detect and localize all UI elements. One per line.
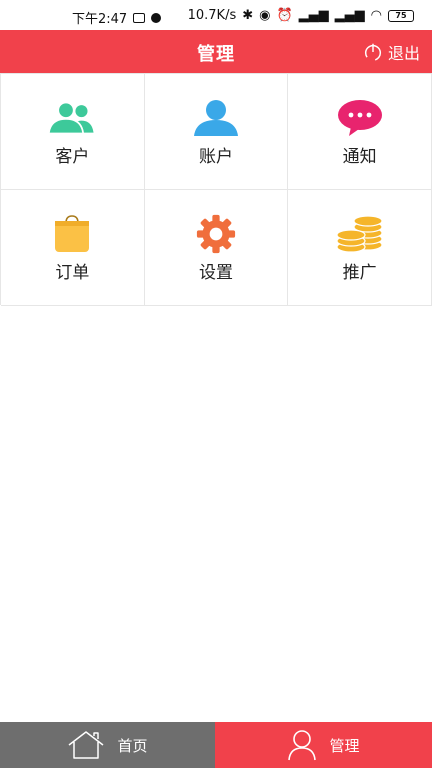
app-notification-icon bbox=[151, 12, 162, 23]
grid-item-order[interactable]: 订单 bbox=[1, 190, 145, 306]
grid-item-settings[interactable]: 设置 bbox=[144, 190, 289, 306]
status-left: 下午2:47 bbox=[72, 8, 162, 27]
media-icon bbox=[133, 12, 146, 23]
grid-label: 通知 bbox=[342, 147, 377, 167]
network-speed: 10.7K/s bbox=[187, 8, 237, 23]
status-time: 下午2:47 bbox=[72, 12, 128, 27]
logout-button[interactable]: 退出 bbox=[362, 40, 420, 64]
status-right: 10.7K/s ✱ ◉ ⏰ ▂▄▆ ▂▄▆ ◠ 75 bbox=[188, 8, 414, 23]
account-icon bbox=[191, 98, 241, 138]
tab-home[interactable]: 首页 bbox=[0, 722, 215, 768]
bluetooth-icon: ✱ bbox=[242, 8, 254, 23]
logout-label: 退出 bbox=[387, 44, 420, 63]
grid-label: 推广 bbox=[342, 263, 377, 283]
grid-item-notice[interactable]: 通知 bbox=[288, 74, 432, 190]
grid-label: 账户 bbox=[198, 147, 233, 167]
battery-icon: 75 bbox=[388, 9, 414, 22]
vibrate-icon: ◉ bbox=[259, 8, 271, 23]
bottom-tab-bar: 首页 管理 bbox=[0, 722, 432, 768]
grid-item-customers[interactable]: 客户 bbox=[1, 74, 145, 190]
signal-2-icon: ▂▄▆ bbox=[334, 8, 365, 23]
order-bag-icon bbox=[47, 214, 97, 254]
power-icon bbox=[364, 43, 382, 61]
customers-icon bbox=[47, 98, 97, 138]
alarm-icon: ⏰ bbox=[276, 8, 293, 23]
status-bar: 下午2:47 10.7K/s ✱ ◉ ⏰ ▂▄▆ ▂▄▆ ◠ 75 bbox=[0, 0, 432, 30]
gear-icon bbox=[191, 214, 241, 254]
home-icon bbox=[69, 731, 104, 759]
tab-manage-label: 管理 bbox=[329, 736, 360, 755]
grid-label: 客户 bbox=[55, 147, 90, 167]
tab-home-label: 首页 bbox=[117, 736, 148, 755]
signal-icon: ▂▄▆ bbox=[298, 8, 329, 23]
grid-item-account[interactable]: 账户 bbox=[144, 74, 289, 190]
management-grid: 客户 账户 通知 订单 设置 推广 bbox=[0, 73, 432, 306]
grid-label: 设置 bbox=[198, 263, 233, 283]
app-header: 管理 退出 bbox=[0, 30, 432, 73]
grid-label: 订单 bbox=[55, 263, 90, 283]
tab-manage[interactable]: 管理 bbox=[215, 722, 432, 768]
coins-icon bbox=[335, 214, 385, 254]
wifi-icon: ◠ bbox=[370, 8, 382, 23]
message-icon bbox=[335, 98, 385, 138]
grid-item-promotion[interactable]: 推广 bbox=[288, 190, 432, 306]
user-icon bbox=[288, 730, 317, 761]
